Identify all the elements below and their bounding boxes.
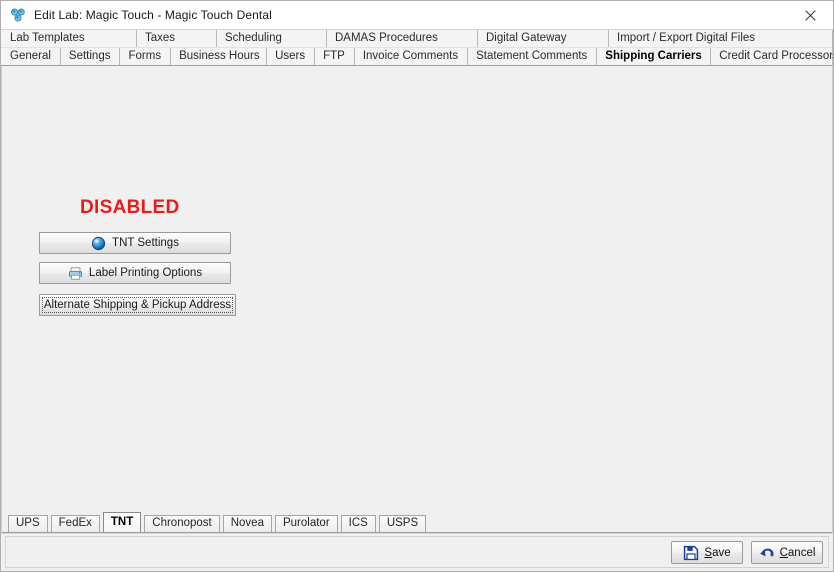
carrier-tab-ups[interactable]: UPS [8, 515, 48, 532]
molecule-cluster-icon [10, 7, 26, 23]
tab-credit-card-processors[interactable]: Credit Card Processors [711, 48, 834, 65]
carrier-tab-ics[interactable]: ICS [340, 515, 376, 532]
shipping-carriers-panel: DISABLED TNT Settings Label Printing Opt… [1, 66, 833, 533]
tnt-settings-button[interactable]: TNT Settings [39, 232, 231, 254]
printer-icon [68, 266, 83, 281]
tab-import-export-digital-files[interactable]: Import / Export Digital Files [609, 30, 833, 47]
tab-forms[interactable]: Forms [120, 48, 172, 65]
cancel-label-rest: ancel [787, 546, 816, 559]
save-button[interactable]: Save [671, 541, 743, 564]
cancel-label: Cancel [780, 547, 816, 559]
tab-scheduling[interactable]: Scheduling [217, 30, 327, 47]
alternate-shipping-pickup-address-button[interactable]: Alternate Shipping & Pickup Address [39, 294, 236, 316]
carrier-tab-strip: UPS FedEx TNT Chronopost Novea Purolator ICS US… [2, 511, 832, 533]
save-accel: S [704, 546, 713, 559]
close-icon[interactable] [788, 1, 833, 29]
edit-lab-window: Edit Lab: Magic Touch - Magic Touch Dent… [0, 0, 834, 572]
carrier-tab-chronopost[interactable]: Chronopost [144, 515, 220, 532]
title-bar: Edit Lab: Magic Touch - Magic Touch Dent… [1, 1, 833, 29]
carrier-tab-tnt[interactable]: TNT [102, 512, 142, 532]
cancel-accel: C [779, 546, 788, 559]
carrier-tab-fedex[interactable]: FedEx [50, 515, 100, 532]
label-printing-options-label: Label Printing Options [88, 267, 203, 279]
tab-digital-gateway[interactable]: Digital Gateway [478, 30, 609, 47]
tabstrip-right-edge [832, 30, 833, 66]
save-label: Save [704, 547, 730, 559]
carrier-tab-purolator[interactable]: Purolator [274, 515, 338, 532]
status-badge: DISABLED [80, 197, 180, 218]
tab-lab-templates[interactable]: Lab Templates [1, 30, 137, 47]
alternate-shipping-label: Alternate Shipping & Pickup Address [43, 299, 232, 311]
carrier-tab-novea[interactable]: Novea [222, 515, 272, 532]
floppy-save-icon [683, 545, 699, 561]
tnt-settings-label: TNT Settings [112, 237, 179, 249]
dialog-footer: Save Cancel [1, 533, 833, 571]
tab-business-hours[interactable]: Business Hours [171, 48, 268, 65]
tab-invoice-comments[interactable]: Invoice Comments [355, 48, 469, 65]
window-title: Edit Lab: Magic Touch - Magic Touch Dent… [34, 8, 272, 22]
save-label-rest: ave [712, 546, 731, 559]
tab-row-1: Lab Templates Taxes Scheduling DAMAS Proced… [1, 30, 833, 48]
blue-globe-icon [91, 236, 106, 251]
tab-general[interactable]: General [1, 48, 61, 65]
tab-settings[interactable]: Settings [61, 48, 121, 65]
tab-row-2: General Settings Forms Business Hours Users F… [1, 48, 834, 66]
undo-arrow-icon [759, 545, 775, 561]
label-printing-options-button[interactable]: Label Printing Options [39, 262, 231, 284]
tab-damas-procedures[interactable]: DAMAS Procedures [327, 30, 478, 47]
carrier-tab-usps[interactable]: USPS [378, 515, 427, 532]
tab-shipping-carriers[interactable]: Shipping Carriers [597, 48, 712, 65]
tab-ftp[interactable]: FTP [315, 48, 355, 65]
tab-statement-comments[interactable]: Statement Comments [468, 48, 598, 65]
tab-taxes[interactable]: Taxes [137, 30, 217, 47]
tab-users[interactable]: Users [267, 48, 316, 65]
tab-strip: Lab Templates Taxes Scheduling DAMAS Proced… [1, 29, 834, 66]
cancel-button[interactable]: Cancel [751, 541, 823, 564]
